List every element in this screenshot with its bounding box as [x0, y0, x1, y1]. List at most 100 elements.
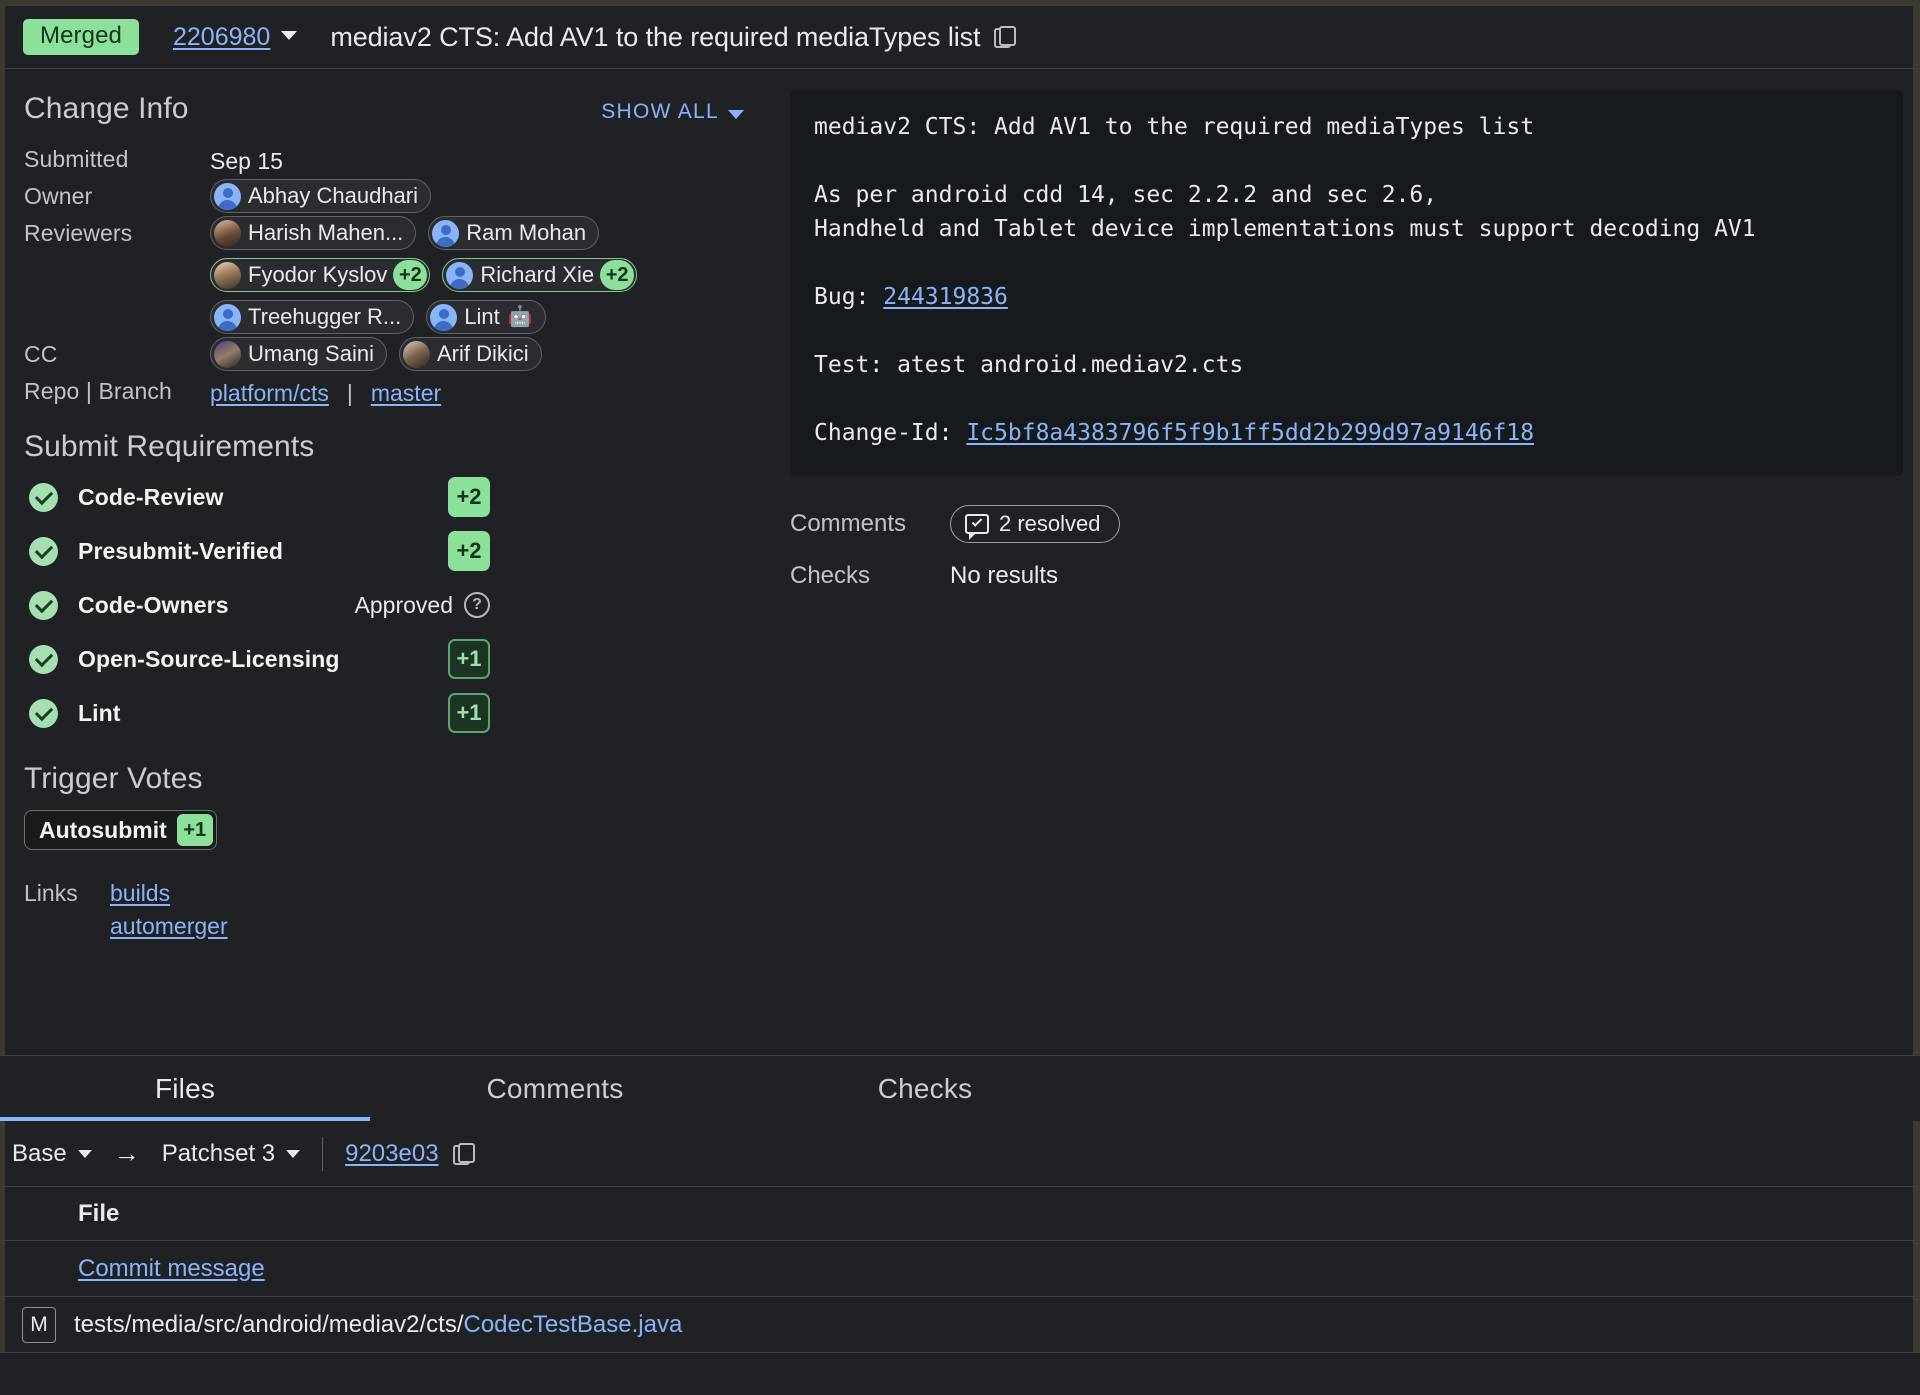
comments-row: Comments 2 resolved	[790, 498, 1910, 550]
cc-label: CC	[24, 341, 58, 367]
requirement-name: Presubmit-Verified	[78, 537, 284, 564]
account-chip-reviewer[interactable]: Treehugger R...	[210, 300, 415, 334]
account-chip-cc[interactable]: Umang Saini	[210, 337, 387, 371]
requirement-value: Approved ?	[355, 592, 490, 619]
requirement-name: Lint	[78, 699, 121, 726]
owner-value: Abhay Chaudhari	[210, 179, 790, 213]
help-icon[interactable]: ?	[464, 592, 490, 618]
tab-comments[interactable]: Comments	[370, 1056, 740, 1121]
repo-link[interactable]: platform/cts	[210, 380, 329, 407]
vote-badge: +2	[393, 260, 428, 290]
links-section: Links builds automerger	[24, 880, 790, 940]
trigger-vote-chip-autosubmit[interactable]: Autosubmit +1	[24, 810, 217, 850]
account-name: Ram Mohan	[466, 220, 587, 245]
change-id-link[interactable]: Ic5bf8a4383796f5f9b1ff5dd2b299d97a9146f1…	[966, 420, 1534, 446]
comments-value: 2 resolved	[999, 511, 1101, 536]
avatar	[214, 182, 241, 210]
file-list-header: File	[0, 1187, 1920, 1241]
avatar	[430, 303, 458, 331]
link-builds[interactable]: builds	[110, 880, 228, 907]
requirement-name: Code-Review	[78, 483, 224, 510]
commit-body-line-1: As per android cdd 14, sec 2.2.2 and sec…	[814, 182, 1438, 208]
account-chip-reviewer[interactable]: Ram Mohan	[428, 216, 600, 250]
commit-message-panel: mediav2 CTS: Add AV1 to the required med…	[790, 90, 1903, 476]
check-circle-icon	[29, 482, 58, 512]
account-chip-owner[interactable]: Abhay Chaudhari	[210, 179, 432, 213]
check-circle-icon	[29, 536, 58, 566]
copy-icon[interactable]	[452, 1142, 475, 1165]
check-circle-icon	[29, 590, 58, 620]
vote-badge: +1	[176, 814, 213, 846]
vote-badge: +2	[600, 260, 635, 290]
account-chip-reviewer[interactable]: Fyodor Kyslov +2	[210, 258, 431, 292]
branch-link[interactable]: master	[371, 380, 441, 407]
info-row-reviewers: Reviewers Harish Mahen... Ram Mohan Fyod…	[24, 216, 790, 334]
chevron-down-icon[interactable]	[281, 30, 298, 40]
robot-icon: 🤖	[507, 306, 533, 328]
comments-resolved-chip[interactable]: 2 resolved	[950, 505, 1120, 543]
page-title: mediav2 CTS: Add AV1 to the required med…	[330, 21, 981, 52]
target-patchset-select[interactable]: Patchset 3	[161, 1139, 301, 1168]
change-info-grid: Submitted Sep 15 Owner Abhay Chaudhari R…	[24, 142, 790, 408]
section-tabs: Files Comments Checks	[0, 1055, 1920, 1121]
chevron-down-icon	[77, 1149, 92, 1158]
patchset-label: Patchset 3	[161, 1139, 276, 1167]
submit-requirement-row[interactable]: Code-Owners Approved ?	[24, 578, 490, 632]
submit-requirement-row[interactable]: Open-Source-Licensing +1	[24, 632, 490, 686]
trigger-vote-name: Autosubmit	[39, 816, 167, 843]
repo-branch-separator: |	[346, 379, 353, 406]
link-automerger[interactable]: automerger	[110, 913, 228, 940]
submit-requirement-row[interactable]: Lint +1	[24, 686, 490, 740]
base-label: Base	[12, 1139, 67, 1167]
change-header: Merged 2206980 mediav2 CTS: Add AV1 to t…	[0, 6, 1920, 69]
account-chip-reviewer[interactable]: Lint 🤖	[426, 300, 546, 334]
avatar	[214, 303, 241, 331]
avatar	[446, 261, 474, 289]
status-badge: Merged	[23, 19, 139, 55]
bottom-filler	[0, 1353, 1920, 1395]
checks-label: Checks	[790, 562, 871, 589]
gerrit-change-page: Merged 2206980 mediav2 CTS: Add AV1 to t…	[0, 0, 1920, 1395]
checks-row: Checks No results	[790, 550, 1910, 602]
tab-checks[interactable]: Checks	[740, 1056, 1110, 1121]
show-all-toggle[interactable]: SHOW ALL	[601, 100, 744, 124]
reviewers-value: Harish Mahen... Ram Mohan Fyodor Kyslov …	[210, 216, 790, 334]
account-name: Abhay Chaudhari	[248, 183, 419, 208]
file-row-commit-message[interactable]: Commit message	[0, 1241, 1920, 1297]
vote-badge: +2	[448, 531, 490, 571]
commit-hash-link[interactable]: 9203e03	[345, 1140, 438, 1168]
change-info-header: Change Info SHOW ALL	[24, 92, 744, 126]
arrow-right-icon: →	[113, 1138, 140, 1168]
info-row-repo-branch: Repo | Branch platform/cts | master	[24, 374, 790, 408]
cc-value: Umang Saini Arif Dikici	[210, 337, 790, 371]
account-chip-cc[interactable]: Arif Dikici	[398, 337, 542, 371]
copy-icon[interactable]	[994, 26, 1017, 48]
commit-message-file-link[interactable]: Commit message	[78, 1255, 265, 1283]
account-chip-reviewer[interactable]: Harish Mahen...	[210, 216, 417, 250]
comments-label: Comments	[790, 510, 907, 537]
file-path[interactable]: tests/media/src/android/mediav2/cts/Code…	[74, 1311, 682, 1339]
bug-link[interactable]: 244319836	[883, 284, 1008, 310]
change-info-column: Change Info SHOW ALL Submitted Sep 15 Ow…	[0, 70, 790, 1055]
change-id-label: Change-Id:	[814, 420, 967, 446]
submit-requirement-row[interactable]: Code-Review +2	[24, 470, 490, 524]
tab-files[interactable]: Files	[0, 1056, 370, 1121]
requirement-name: Code-Owners	[78, 591, 229, 618]
submitted-label: Submitted	[24, 146, 129, 172]
base-patchset-select[interactable]: Base	[12, 1140, 92, 1168]
vote-badge: +1	[448, 639, 490, 679]
requirement-value: +2	[448, 477, 490, 517]
requirement-value: +1	[448, 639, 490, 679]
chevron-down-icon	[728, 109, 744, 119]
approved-text: Approved	[354, 591, 453, 618]
chevron-down-icon	[286, 1149, 301, 1158]
commit-message-column: mediav2 CTS: Add AV1 to the required med…	[790, 90, 1910, 602]
commit-subject: mediav2 CTS: Add AV1 to the required med…	[814, 114, 1535, 140]
change-number-link[interactable]: 2206980	[173, 23, 270, 52]
table-row[interactable]: M tests/media/src/android/mediav2/cts/Co…	[0, 1297, 1920, 1353]
vote-badge: +1	[448, 693, 490, 733]
submit-requirement-row[interactable]: Presubmit-Verified +2	[24, 524, 490, 578]
avatar	[432, 219, 460, 247]
reviewers-label: Reviewers	[24, 220, 133, 246]
account-chip-reviewer[interactable]: Richard Xie +2	[442, 258, 638, 292]
